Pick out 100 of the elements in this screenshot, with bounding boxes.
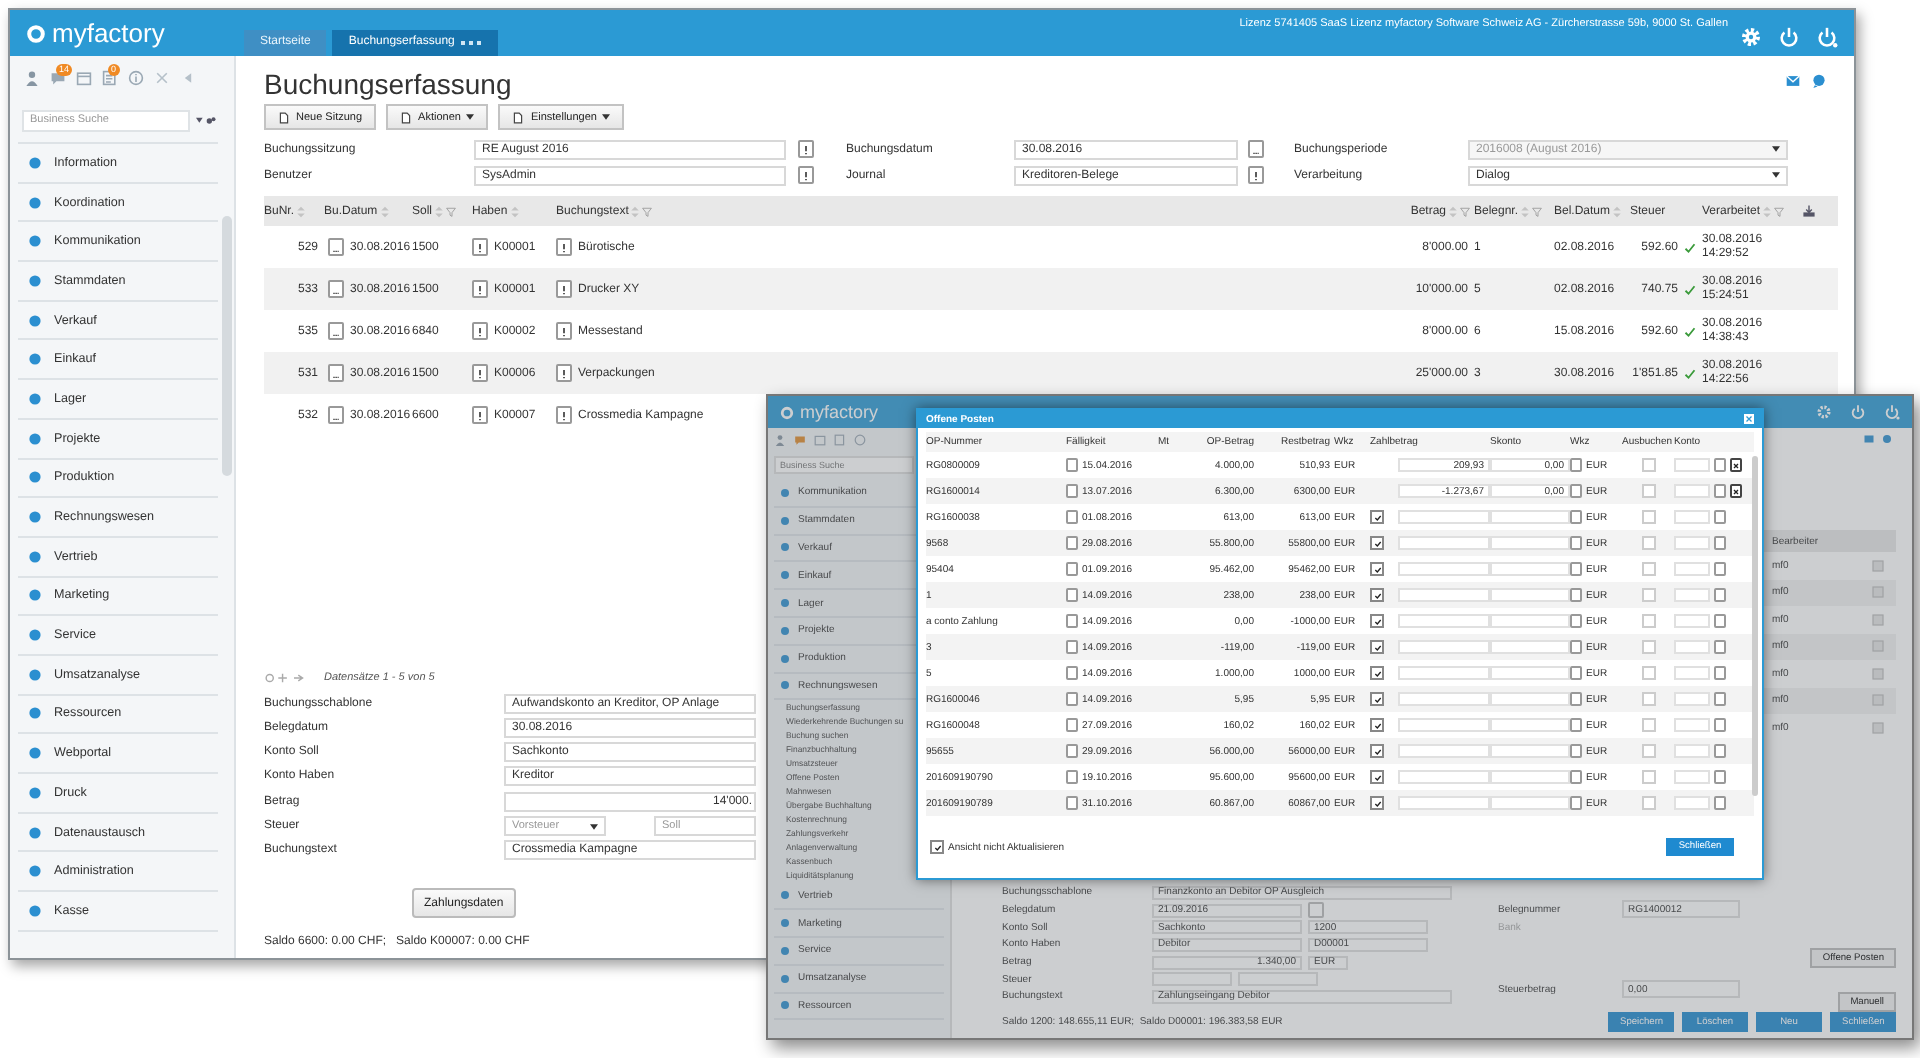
input-field[interactable] [1674,770,1710,784]
checkbox[interactable] [1641,744,1655,758]
checkbox[interactable] [1641,562,1655,576]
info-icon[interactable] [854,434,866,446]
filter-icon[interactable] [446,205,457,217]
scrollbar[interactable] [222,216,232,476]
settings-icon[interactable] [1740,26,1762,48]
input-field[interactable] [1490,536,1570,550]
power-icon[interactable] [1816,26,1838,48]
input-field[interactable] [1674,588,1710,602]
chat-icon[interactable] [1882,434,1892,444]
checkbox[interactable] [1370,536,1384,550]
input-field[interactable] [1674,692,1710,706]
checkbox[interactable] [1370,640,1384,654]
power-icon[interactable] [1884,404,1900,420]
checkbox[interactable] [1641,484,1655,498]
lookup-button[interactable] [556,364,572,382]
chat-icon[interactable] [794,434,806,446]
navigation-icon[interactable] [264,672,304,685]
lookup-button[interactable] [556,322,572,340]
date-picker-button[interactable] [328,322,344,340]
list-icon[interactable] [834,434,846,446]
input-field[interactable] [1398,718,1490,732]
checkbox[interactable] [1641,510,1655,524]
input-field[interactable] [1398,770,1490,784]
checkbox[interactable] [1641,666,1655,680]
power-icon[interactable] [1850,404,1866,420]
person-icon[interactable] [774,434,786,446]
close-icon[interactable] [1744,414,1754,424]
date-picker-button[interactable] [328,280,344,298]
lookup-button[interactable] [472,364,488,382]
checkbox[interactable] [1370,666,1384,680]
checkbox[interactable] [1641,718,1655,732]
tab-tools-icon[interactable] [460,40,483,46]
checkbox[interactable] [1370,692,1384,706]
input-field[interactable] [1490,718,1570,732]
sort-icon[interactable] [434,205,445,217]
input-field[interactable] [1674,744,1710,758]
input-field[interactable] [1490,666,1570,680]
input-field[interactable] [1490,796,1570,810]
checkbox[interactable] [1370,562,1384,576]
remove-button[interactable] [1730,484,1742,498]
list-icon[interactable] [102,70,118,86]
lookup-button[interactable] [556,280,572,298]
date-picker-button[interactable] [328,238,344,256]
input-field[interactable] [1490,770,1570,784]
power-icon[interactable] [1778,26,1800,48]
mail-icon[interactable] [1864,434,1874,444]
checkbox[interactable] [1641,692,1655,706]
input-field[interactable] [1398,796,1490,810]
checkbox[interactable] [1641,458,1655,472]
remove-button[interactable] [1730,458,1742,472]
input-field[interactable] [1490,588,1570,602]
date-picker-button[interactable] [328,364,344,382]
input-field[interactable] [1490,744,1570,758]
input-field[interactable] [1398,640,1490,654]
sort-icon[interactable] [630,205,641,217]
lookup-button[interactable] [797,140,813,158]
checkbox[interactable] [1641,796,1655,810]
input-field[interactable] [1398,510,1490,524]
calendar-icon[interactable] [76,70,92,86]
input-field[interactable] [1674,718,1710,732]
checkbox[interactable] [1370,796,1384,810]
lookup-button[interactable] [556,238,572,256]
input-field[interactable] [1398,588,1490,602]
input-field[interactable] [1490,640,1570,654]
sort-icon[interactable] [1762,205,1773,217]
collapse-icon[interactable] [180,70,196,86]
calendar-icon[interactable] [814,434,826,446]
search-options-icon[interactable] [196,115,216,125]
filter-icon[interactable] [642,205,653,217]
checkbox[interactable] [930,840,944,854]
lookup-button[interactable] [472,238,488,256]
input-field[interactable] [1674,640,1710,654]
input-field[interactable] [1674,614,1710,628]
input-field[interactable] [1398,536,1490,550]
input-field[interactable] [1674,562,1710,576]
input-field[interactable] [1398,666,1490,680]
person-icon[interactable] [24,70,40,86]
chat-icon[interactable] [1812,74,1826,88]
checkbox[interactable] [1370,718,1384,732]
sort-icon[interactable] [509,205,520,217]
lookup-button[interactable] [472,406,488,424]
input-field[interactable] [1398,614,1490,628]
sort-icon[interactable] [296,205,307,217]
mail-icon[interactable] [1786,74,1800,88]
scrollbar[interactable] [1752,456,1758,796]
filter-icon[interactable] [1460,205,1470,217]
sort-icon[interactable] [1612,205,1623,217]
input-field[interactable] [1674,510,1710,524]
checkbox[interactable] [1370,744,1384,758]
lookup-button[interactable] [472,322,488,340]
export-icon[interactable] [1802,204,1816,218]
checkbox[interactable] [1641,770,1655,784]
input-field[interactable] [1490,692,1570,706]
checkbox[interactable] [1641,640,1655,654]
input-field[interactable] [1490,614,1570,628]
input-field[interactable] [1490,510,1570,524]
date-picker-button[interactable] [328,406,344,424]
input-field[interactable] [1398,744,1490,758]
